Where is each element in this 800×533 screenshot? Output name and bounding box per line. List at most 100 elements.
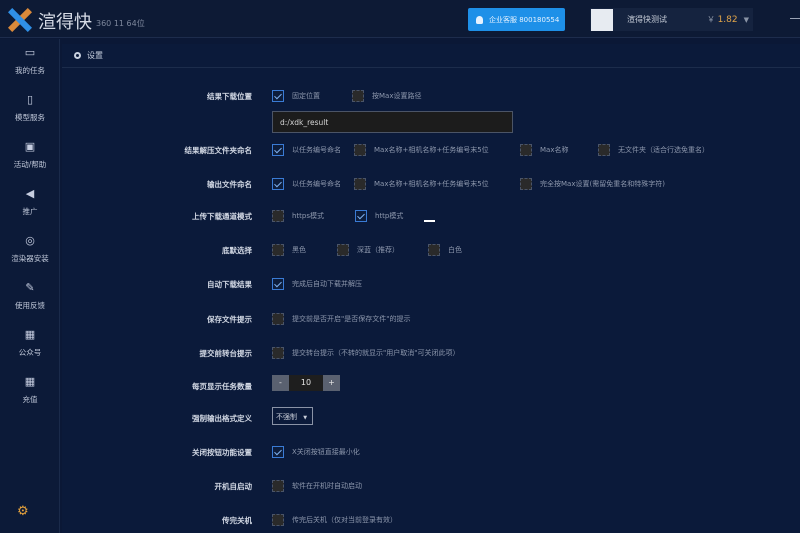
setting-label: 关闭按钮功能设置 <box>192 448 252 457</box>
sidebar-item[interactable]: ▦ 充值 <box>0 376 60 405</box>
sidebar-item[interactable]: ▯ 模型服务 <box>0 94 60 123</box>
increment-button[interactable]: + <box>323 375 340 391</box>
option-label: 固定位置 <box>292 92 320 100</box>
checkbox[interactable] <box>520 144 532 156</box>
checkbox-option[interactable]: Max名称+相机名称+任务编号末5位 <box>354 144 489 156</box>
enterprise-support-label: 企业客服 800180554 <box>489 15 560 24</box>
option-label: 传完后关机（仅对当前登录有效） <box>292 516 397 524</box>
setting-label: 开机自启动 <box>214 482 253 491</box>
checkbox[interactable] <box>598 144 610 156</box>
sidebar-item[interactable]: ✎ 使用反馈 <box>0 282 60 311</box>
gift-icon: ▣ <box>24 140 36 153</box>
checkbox-option[interactable]: 提交前是否开启"是否保存文件"的提示 <box>272 313 410 325</box>
option-label: Max名称 <box>540 146 569 154</box>
loading-indicator <box>424 220 435 222</box>
option-label: 以任务编号命名 <box>292 180 341 188</box>
checkbox[interactable] <box>272 178 284 190</box>
setting-label: 每页显示任务数量 <box>192 382 252 391</box>
checkbox[interactable] <box>272 347 284 359</box>
checkbox-option[interactable]: 固定位置 <box>272 90 320 102</box>
checkbox[interactable] <box>272 210 284 222</box>
checkbox-option[interactable]: Max名称 <box>520 144 568 156</box>
checkbox-option[interactable]: 无文件夹（适合行选免重名） <box>598 144 709 156</box>
balance: ￥ 1.82 <box>707 14 738 25</box>
checkbox[interactable] <box>354 144 366 156</box>
output-format-value: 不强制 <box>276 413 297 421</box>
sidebar-item-label: 我的任务 <box>15 66 45 75</box>
download-path-input[interactable]: d:/xdk_result <box>272 111 513 133</box>
option-label: 无文件夹（适合行选免重名） <box>618 146 709 154</box>
sidebar-item[interactable]: ▣ 活动/帮助 <box>0 141 60 170</box>
output-format-select[interactable]: 不强制 ▼ <box>272 407 313 425</box>
chevron-down-icon[interactable]: ▼ <box>744 16 749 24</box>
settings-gear-icon[interactable]: ⚙ <box>17 504 29 519</box>
checkbox[interactable] <box>337 244 349 256</box>
checkbox[interactable] <box>272 514 284 526</box>
checkbox[interactable] <box>272 90 284 102</box>
checkbox-option[interactable]: 以任务编号命名 <box>272 178 341 190</box>
page-title: 设置 <box>87 51 103 60</box>
sidebar-item[interactable]: ◀ 推广 <box>0 188 60 217</box>
checkbox-option[interactable]: 完成后自动下载并解压 <box>272 278 362 290</box>
currency-symbol: ￥ <box>707 15 716 24</box>
checkbox-option[interactable]: 提交转台提示（不转的就显示"用户取消"可关闭此项） <box>272 347 459 359</box>
user-menu[interactable]: 渲得快测试 ￥ 1.82 ▼ <box>590 8 753 31</box>
checkbox-option[interactable]: http模式 <box>355 210 403 222</box>
sidebar-item-label: 渲染器安装 <box>11 254 49 263</box>
sidebar-item-label: 充值 <box>22 395 38 404</box>
checkbox[interactable] <box>352 90 364 102</box>
checkbox-option[interactable]: 软件在开机时自动启动 <box>272 480 362 492</box>
checkbox[interactable] <box>354 178 366 190</box>
option-label: 白色 <box>448 246 462 254</box>
checkbox[interactable] <box>355 210 367 222</box>
option-label: 完成后自动下载并解压 <box>292 280 362 288</box>
checkbox-option[interactable]: 白色 <box>428 244 462 256</box>
checkbox-option[interactable]: https模式 <box>272 210 324 222</box>
sidebar: ▭ 我的任务 ▯ 模型服务 ▣ 活动/帮助 ◀ 推广 ◎ 渲染器安装 ✎ 使用反馈 ▦ 公众号 ▦ 充值 <box>0 39 60 533</box>
checkbox-option[interactable]: Max名称+相机名称+任务编号末5位 <box>354 178 489 190</box>
checkbox-option[interactable]: 深蓝（推荐） <box>337 244 399 256</box>
option-label: https模式 <box>292 212 325 220</box>
checkbox-option[interactable]: 黑色 <box>272 244 306 256</box>
checkbox[interactable] <box>272 144 284 156</box>
checkbox[interactable] <box>272 278 284 290</box>
compass-icon: ◎ <box>25 234 35 247</box>
sidebar-item[interactable]: ▭ 我的任务 <box>0 47 60 76</box>
page-size-stepper[interactable]: - 10 + <box>272 375 340 391</box>
sidebar-item-label: 使用反馈 <box>15 301 45 310</box>
enterprise-support-button[interactable]: 企业客服 800180554 <box>468 8 565 31</box>
option-label: http模式 <box>375 212 404 220</box>
option-label: 按Max设置路径 <box>372 92 422 100</box>
checkbox[interactable] <box>428 244 440 256</box>
task-icon: ▭ <box>24 46 36 59</box>
chevron-down-icon: ▼ <box>303 415 308 421</box>
checkbox[interactable] <box>272 244 284 256</box>
option-label: X关闭按钮直接最小化 <box>292 448 360 456</box>
decrement-button[interactable]: - <box>272 375 289 391</box>
app-name: 渲得快 <box>38 12 92 33</box>
settings-icon <box>74 52 81 59</box>
checkbox[interactable] <box>272 313 284 325</box>
option-label: 以任务编号命名 <box>292 146 341 154</box>
checkbox[interactable] <box>272 446 284 458</box>
checkbox-option[interactable]: 以任务编号命名 <box>272 144 341 156</box>
sidebar-item-label: 推广 <box>22 207 38 216</box>
checkbox-option[interactable]: 按Max设置路径 <box>352 90 421 102</box>
option-label: 深蓝（推荐） <box>357 246 399 254</box>
option-label: 完全按Max设置(需留免重名和特殊字符) <box>540 180 665 188</box>
setting-label: 结果解压文件夹命名 <box>184 146 253 155</box>
checkbox[interactable] <box>520 178 532 190</box>
checkbox-option[interactable]: 完全按Max设置(需留免重名和特殊字符) <box>520 178 665 190</box>
checkbox[interactable] <box>272 480 284 492</box>
sidebar-item[interactable]: ◎ 渲染器安装 <box>0 235 60 264</box>
checkbox-option[interactable]: X关闭按钮直接最小化 <box>272 446 360 458</box>
setting-label: 强制输出格式定义 <box>192 414 252 423</box>
sidebar-item-label: 活动/帮助 <box>13 160 47 169</box>
page-size-value[interactable]: 10 <box>289 375 323 391</box>
minimize-button[interactable] <box>790 18 800 19</box>
checkbox-option[interactable]: 传完后关机（仅对当前登录有效） <box>272 514 397 526</box>
sidebar-item-label: 模型服务 <box>15 113 45 122</box>
sidebar-item[interactable]: ▦ 公众号 <box>0 329 60 358</box>
option-label: 软件在开机时自动启动 <box>292 482 362 490</box>
sidebar-item-label: 公众号 <box>18 348 42 357</box>
